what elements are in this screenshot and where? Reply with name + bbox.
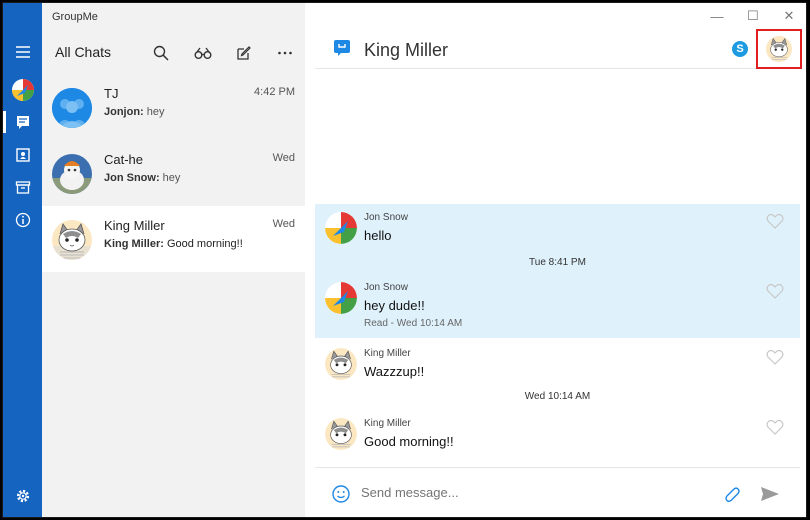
cat-cartoon-avatar xyxy=(325,348,357,380)
chat-preview: Jonjon: hey xyxy=(104,106,165,118)
cat-cartoon-avatar xyxy=(52,220,92,260)
message-list: Jon Snow hello Tue 8:41 PM Jon Snow hey … xyxy=(315,70,800,467)
preview-text: hey xyxy=(143,106,165,118)
chat-item-cat-he[interactable]: Cat-he Wed Jon Snow: hey xyxy=(42,140,305,206)
chat-list-pane: GroupMe All Chats TJ 4:42 PM Jonjon: hey xyxy=(42,3,305,517)
timestamp-divider: Wed 10:14 AM xyxy=(524,391,591,402)
info-icon[interactable] xyxy=(3,205,42,235)
message-text: Good morning!! xyxy=(364,434,454,449)
app-title: GroupMe xyxy=(52,11,98,23)
timestamp-divider: Tue 8:41 PM xyxy=(529,257,586,268)
chat-preview: King Miller: Good morning!! xyxy=(104,238,243,250)
more-icon[interactable] xyxy=(273,41,297,65)
binoculars-icon[interactable] xyxy=(191,41,215,65)
minimize-button[interactable]: — xyxy=(702,7,732,25)
preview-text: hey xyxy=(159,172,181,184)
like-heart-icon[interactable] xyxy=(766,283,784,299)
conversation-pane: — ☐ ✕ King Miller S Jon Snow hello Tue 8… xyxy=(305,3,806,517)
nav-rail xyxy=(3,3,42,517)
message-text: hey dude!! xyxy=(364,298,425,313)
chat-time: 4:42 PM xyxy=(254,86,295,98)
google-style-avatar xyxy=(325,212,357,244)
google-style-avatar xyxy=(325,282,357,314)
attachment-clip-icon[interactable] xyxy=(722,484,740,504)
chat-item-tj[interactable]: TJ 4:42 PM Jonjon: hey xyxy=(42,74,305,140)
chat-name: King Miller xyxy=(104,218,165,233)
like-heart-icon[interactable] xyxy=(766,349,784,365)
search-icon[interactable] xyxy=(149,41,173,65)
message-composer xyxy=(315,467,800,517)
groupme-logo-icon[interactable] xyxy=(3,75,42,105)
emoji-icon[interactable] xyxy=(332,485,350,503)
message-text: hello xyxy=(364,228,392,243)
contacts-icon[interactable] xyxy=(3,140,42,170)
conversation-title: King Miller xyxy=(364,40,449,60)
chat-name: TJ xyxy=(104,86,119,101)
preview-sender: Jon Snow: xyxy=(104,172,160,184)
message-input[interactable] xyxy=(361,485,661,500)
chat-time: Wed xyxy=(272,218,295,230)
conversation-header: King Miller S xyxy=(315,29,802,69)
groupme-chat-icon xyxy=(333,39,351,57)
message-sender: King Miller xyxy=(364,418,411,429)
message-sender: Jon Snow xyxy=(364,282,408,293)
message-sender: Jon Snow xyxy=(364,212,408,223)
chat-list-header: All Chats xyxy=(42,39,305,67)
preview-sender: Jonjon: xyxy=(104,106,144,118)
message-item[interactable]: King Miller Good morning!! xyxy=(315,412,800,460)
send-icon[interactable] xyxy=(760,486,780,502)
message-item[interactable]: Jon Snow hello xyxy=(315,204,800,254)
chat-time: Wed xyxy=(272,152,295,164)
preview-text: Good morning!! xyxy=(163,238,243,250)
app-window: GroupMe All Chats TJ 4:42 PM Jonjon: hey xyxy=(2,2,807,518)
like-heart-icon[interactable] xyxy=(766,419,784,435)
chat-preview: Jon Snow: hey xyxy=(104,172,180,184)
chat-name: Cat-he xyxy=(104,152,144,167)
hamburger-icon[interactable] xyxy=(3,37,42,67)
message-item[interactable]: Jon Snow hey dude!! Read - Wed 10:14 AM xyxy=(315,274,800,338)
chats-icon[interactable] xyxy=(3,107,42,137)
message-text: Wazzzup!! xyxy=(364,364,425,379)
close-button[interactable]: ✕ xyxy=(774,7,804,25)
maximize-button[interactable]: ☐ xyxy=(738,7,768,25)
settings-icon[interactable] xyxy=(3,481,42,511)
like-heart-icon[interactable] xyxy=(766,213,784,229)
all-chats-title: All Chats xyxy=(55,44,112,60)
cat-cartoon-avatar xyxy=(325,418,357,450)
compose-icon[interactable] xyxy=(232,41,256,65)
cat-photo-avatar xyxy=(52,154,92,194)
preview-sender: King Miller: xyxy=(104,238,164,250)
profile-avatar-button[interactable] xyxy=(756,29,802,69)
archive-icon[interactable] xyxy=(3,172,42,202)
cat-cartoon-avatar xyxy=(766,36,792,62)
message-item[interactable]: King Miller Wazzzup!! xyxy=(315,342,800,390)
skype-icon[interactable]: S xyxy=(732,41,748,57)
group-avatar xyxy=(52,88,92,128)
chat-item-king-miller[interactable]: King Miller Wed King Miller: Good mornin… xyxy=(42,206,305,272)
message-sender: King Miller xyxy=(364,348,411,359)
read-receipt: Read - Wed 10:14 AM xyxy=(364,318,463,329)
